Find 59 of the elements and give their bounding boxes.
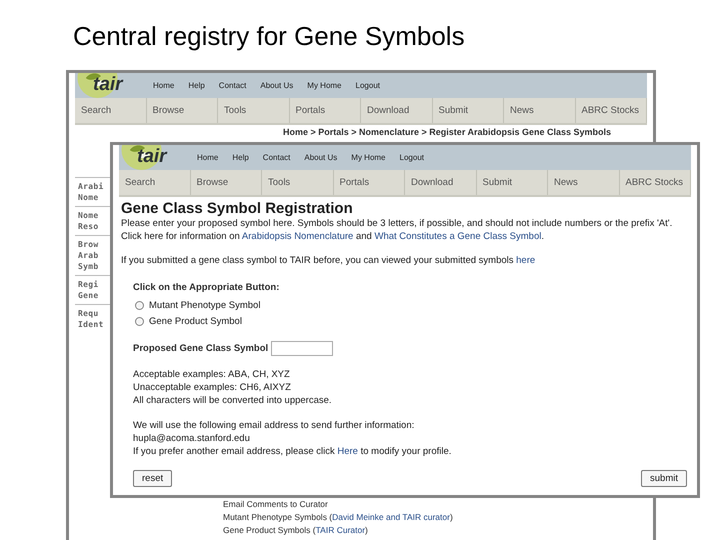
input-field[interactable]: [271, 341, 334, 356]
paragraph: Please enter your proposed symbol here. Symbols should be 3 letters, if possible, and should not include numbers or the prefix 'At'. Click here for information on Arabidopsis Nomenclature and What Constitutes a Gene Class Symbol.: [121, 217, 674, 243]
nav-link[interactable]: Home: [197, 153, 218, 162]
radio-label: Mutant Phenotype Symbol: [149, 300, 260, 310]
radio-label: Gene Product Symbol: [149, 316, 242, 326]
text-line: Acceptable examples: ABA, CH, XYZ: [133, 368, 291, 381]
paragraph: If you submitted a gene class symbol to TAIR before, you can viewed your submitted symbols here: [121, 254, 536, 267]
nav-tab[interactable]: Tools: [262, 170, 334, 195]
nav-link[interactable]: About Us: [260, 81, 294, 90]
form-label: Click on the Appropriate Button:: [133, 282, 280, 293]
footer-line: Mutant Phenotype Symbols (David Meinke and TAIR curator): [223, 511, 454, 524]
nav-tab[interactable]: Browse: [190, 170, 262, 195]
nav-link[interactable]: My Home: [351, 153, 386, 162]
link[interactable]: TAIR Curator: [316, 525, 366, 535]
radio-button[interactable]: [135, 300, 144, 310]
logo-text[interactable]: tair: [137, 147, 167, 166]
reset-button[interactable]: reset: [133, 470, 172, 487]
text-line: hupla@acoma.stanford.edu: [133, 432, 251, 445]
nav-tab[interactable]: Submit: [432, 98, 504, 123]
nav-link[interactable]: Help: [232, 153, 249, 162]
nav-link[interactable]: Home: [153, 81, 174, 90]
nav-tab[interactable]: Portals: [290, 98, 361, 123]
nav-tab[interactable]: ABRC Stocks: [620, 170, 691, 195]
link[interactable]: Here: [337, 446, 358, 457]
footer-line: Email Comments to Curator: [223, 498, 329, 511]
nav-tab[interactable]: Download: [361, 98, 432, 123]
nav-tab[interactable]: Browse: [146, 98, 218, 123]
nav-link[interactable]: Logout: [400, 153, 424, 162]
link[interactable]: Arabidopsis Nomenclature: [242, 231, 354, 242]
nav-link[interactable]: Contact: [218, 81, 246, 90]
nav-tab[interactable]: Download: [405, 170, 476, 195]
nav-tab[interactable]: Submit: [476, 170, 548, 195]
breadcrumb: Home > Portals > Nomenclature > Register Arabidopsis Gene Class Symbols: [282, 127, 612, 138]
text-line: Unacceptable examples: CH6, AIXYZ: [133, 381, 292, 394]
field-label: Proposed Gene Class Symbol: [133, 343, 268, 354]
text-line: If you prefer another email address, please click Here to modify your profile.: [133, 445, 452, 458]
nav-tab[interactable]: News: [548, 170, 620, 195]
nav-link[interactable]: My Home: [307, 81, 342, 90]
logo-text[interactable]: tair: [93, 75, 123, 94]
page-heading: Gene Class Symbol Registration: [121, 200, 354, 217]
submit-button[interactable]: submit: [641, 470, 687, 487]
radio-button[interactable]: [135, 316, 144, 326]
nav-tab[interactable]: Search: [75, 98, 146, 123]
nav-tab[interactable]: Portals: [334, 170, 405, 195]
nav-link[interactable]: About Us: [304, 153, 338, 162]
nav-tab[interactable]: ABRC Stocks: [576, 98, 647, 123]
nav-tab[interactable]: News: [504, 98, 576, 123]
link[interactable]: What Constitutes a Gene Class Symbol: [374, 231, 542, 242]
link[interactable]: here: [516, 255, 536, 266]
nav-tab[interactable]: Tools: [218, 98, 290, 123]
text-line: We will use the following email address to send further information:: [133, 419, 416, 432]
nav-tab[interactable]: Search: [119, 170, 190, 195]
text-line: All characters will be converted into uppercase.: [133, 394, 333, 407]
link[interactable]: David Meinke and TAIR curator: [332, 512, 450, 522]
nav-link[interactable]: Contact: [262, 153, 290, 162]
slide-title: Central registry for Gene Symbols: [73, 21, 465, 52]
nav-link[interactable]: Logout: [356, 81, 380, 90]
footer-line: Gene Product Symbols (TAIR Curator): [223, 524, 369, 537]
nav-link[interactable]: Help: [188, 81, 205, 90]
